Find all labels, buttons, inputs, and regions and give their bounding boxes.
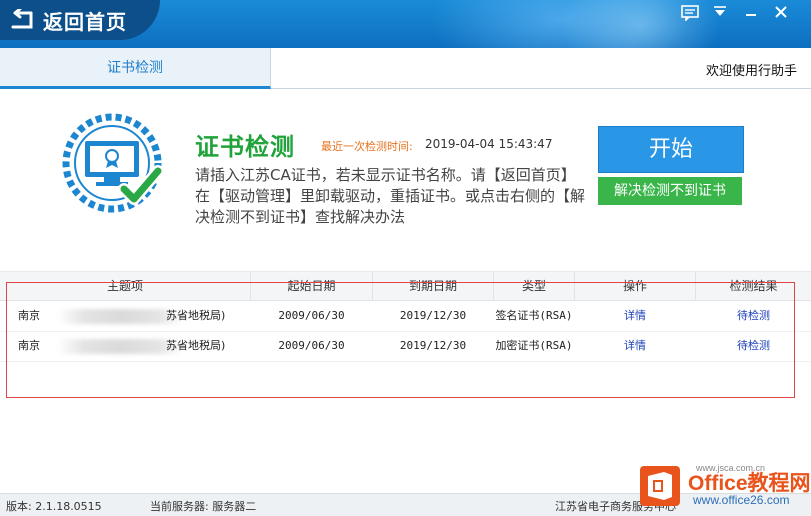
tab-row: 证书检测 欢迎使用行助手 [0, 48, 811, 89]
title-bar: 返回首页 [0, 0, 811, 48]
minimize-button[interactable] [738, 2, 764, 24]
welcome-text: 欢迎使用行助手 [705, 64, 797, 79]
minimize-icon [746, 14, 756, 16]
message-button[interactable] [677, 2, 703, 24]
detect-title: 证书检测 [195, 133, 295, 161]
last-check-time: 2019-04-04 15:43:47 [425, 137, 553, 151]
close-icon [775, 6, 787, 18]
certificate-monitor-icon [60, 113, 170, 218]
tab-cert-check[interactable]: 证书检测 [0, 48, 271, 89]
back-arrow-icon [11, 9, 33, 29]
watermark: Office教程网 www.office26.com www.jsca.com.… [640, 463, 811, 515]
dropdown-icon [714, 6, 726, 16]
dropdown-button[interactable] [707, 2, 733, 24]
solve-cert-button[interactable]: 解决检测不到证书 [598, 177, 742, 205]
start-button[interactable]: 开始 [598, 126, 744, 173]
message-icon [681, 5, 699, 21]
detect-description: 请插入江苏CA证书，若未显示证书名称。请【返回首页】在【驱动管理】里卸载驱动，重… [195, 166, 586, 226]
last-check-label: 最近一次检测时间: [321, 140, 413, 153]
version-text: 版本: 2.1.18.0515 [6, 500, 102, 513]
close-button[interactable] [768, 2, 794, 24]
watermark-small-url: www.jsca.com.cn [696, 463, 766, 473]
back-home-button[interactable]: 返回首页 [0, 0, 160, 40]
highlight-box [6, 282, 795, 398]
back-home-label: 返回首页 [43, 10, 127, 34]
server-text: 当前服务器: 服务器二 [150, 500, 257, 513]
watermark-url: www.office26.com [693, 493, 790, 507]
office-logo-icon [640, 466, 680, 506]
